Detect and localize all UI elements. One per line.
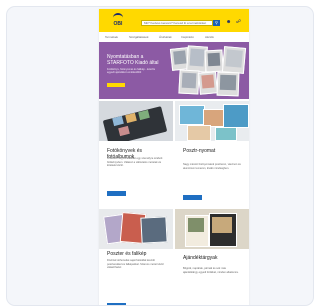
web-page-preview: OBI Mit? Kedves keresni? Keresd itt a te… — [99, 9, 249, 305]
tile-image — [175, 209, 249, 249]
category-tile-poster-print[interactable]: Posztr-nyomat Nagy méretű fotónyomatok p… — [175, 101, 249, 209]
user-icon[interactable]: ☻ — [226, 20, 231, 25]
tile-image — [99, 209, 173, 249]
nav-item[interactable]: Termékek — [105, 35, 118, 39]
photo-print — [198, 71, 218, 95]
preview-card: OBI Mit? Kedves keresni? Keresd itt a te… — [6, 6, 314, 306]
hero-text: Fotókönyv, fotónyomat és falikép - készí… — [107, 68, 156, 75]
nav-item[interactable]: Akciók — [205, 35, 214, 39]
tile-image — [99, 101, 173, 141]
nav-item[interactable]: Szolgáltatások — [129, 35, 149, 39]
photo-print — [221, 46, 247, 74]
tile-text: Nagy méretű fotónyomatok poszteren, vász… — [183, 163, 241, 170]
nav-item[interactable]: Inspiráció — [181, 35, 194, 39]
tile-button[interactable] — [183, 195, 202, 200]
tile-image — [175, 101, 249, 141]
category-tile-photobook[interactable]: Fotókönyvek és fotóalbumok Örökítsd meg … — [99, 101, 173, 209]
site-header: OBI Mit? Kedves keresni? Keresd itt a te… — [99, 9, 249, 32]
photo-print — [204, 49, 224, 73]
category-tile-gifts[interactable]: Ajándéktárgyak Bögrék, naptárak, párnák … — [175, 209, 249, 305]
hero-button[interactable] — [107, 83, 125, 87]
tile-title: Poszter és falikép — [107, 251, 147, 257]
search-icon[interactable]: ⚲ — [213, 20, 220, 26]
logo[interactable]: OBI — [111, 13, 125, 28]
tile-text: Örökítsd meg emlékeidet egy személyre sz… — [107, 157, 163, 168]
photo-print — [178, 69, 200, 95]
photo-print — [216, 71, 240, 97]
search-input[interactable]: Mit? Kedves keresni? Keresd itt a termék… — [141, 20, 213, 26]
nav-item[interactable]: Áruházak — [159, 35, 172, 39]
hero-title: Nyomtatásban a STARFOTO Kiadó által — [107, 54, 159, 66]
tile-title: Posztr-nyomat — [183, 148, 216, 154]
tile-text: Bögrék, naptárak, párnák és sok más aján… — [183, 267, 239, 274]
tile-text: Díszítsd otthonodat saját fotóiddal kész… — [107, 259, 164, 270]
category-tile-poster[interactable]: Poszter és falikép Díszítsd otthonodat s… — [99, 209, 173, 305]
cart-icon[interactable]: ☍ — [236, 20, 241, 25]
tile-button[interactable] — [107, 191, 126, 196]
logo-text: OBI — [113, 21, 123, 27]
tile-title: Ajándéktárgyak — [183, 255, 218, 261]
hero-banner[interactable]: Nyomtatásban a STARFOTO Kiadó által Fotó… — [99, 42, 249, 99]
